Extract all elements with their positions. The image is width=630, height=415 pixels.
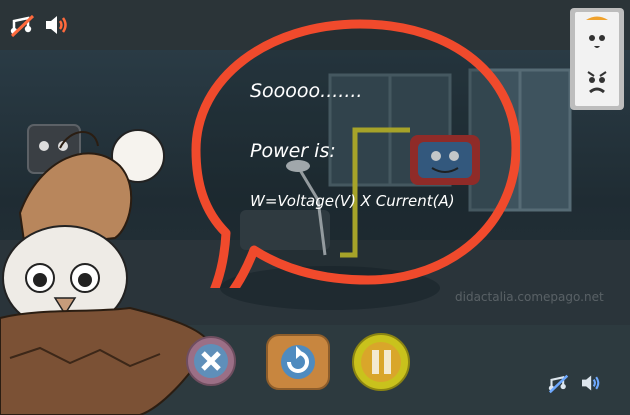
speech-line-2: Power is: [250, 140, 336, 162]
replay-button[interactable] [265, 333, 331, 395]
music-muted-icon-bottom[interactable] [548, 374, 570, 398]
pause-icon [352, 333, 410, 391]
bird-character [0, 129, 212, 415]
speech-line-1: Sooooo....... [250, 80, 363, 102]
music-muted-icon[interactable] [10, 14, 36, 42]
pause-button[interactable] [350, 332, 412, 396]
close-button[interactable] [185, 335, 237, 391]
speaker-icon-bottom[interactable] [580, 373, 604, 397]
watermark: didactalia.comepago.net [455, 290, 604, 304]
speaker-icon[interactable] [44, 13, 72, 41]
close-icon [186, 336, 236, 386]
speech-line-3: W=Voltage(V) X Current(A) [250, 192, 455, 210]
speech-bubble [191, 19, 520, 288]
replay-icon [266, 334, 330, 390]
emotion-card-icon[interactable] [568, 6, 626, 116]
